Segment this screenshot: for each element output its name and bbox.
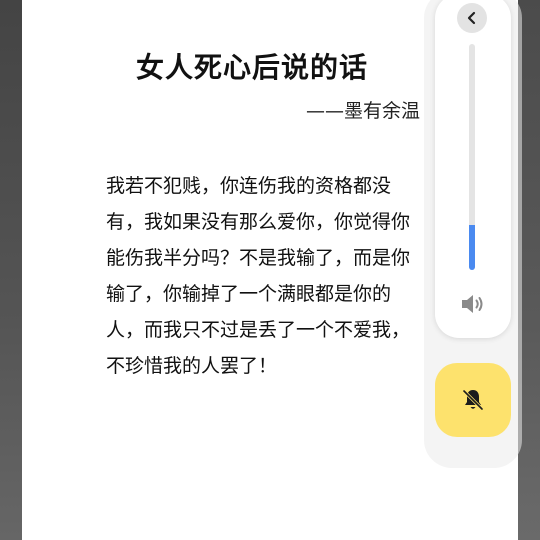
chevron-left-icon (467, 11, 476, 25)
body-line: 不珍惜我的人罢了！ (106, 355, 278, 377)
speaker-icon[interactable] (459, 291, 487, 317)
volume-slider-fill (469, 225, 475, 270)
article-author: ——墨有余温 (306, 100, 421, 122)
volume-slider[interactable] (469, 44, 475, 270)
body-line: 人，而我只不过是丢了一个不爱我， (106, 319, 411, 341)
body-line: 能伤我半分吗？不是我输了，而是你 (106, 247, 411, 269)
bell-off-icon (462, 389, 484, 411)
body-line: 输了，你输掉了一个满眼都是你的 (106, 283, 392, 305)
article-body: 我若不犯贱，你连伤我的资格都没 有，我如果没有那么爱你，你觉得你 能伤我半分吗？… (106, 168, 434, 384)
body-line: 有，我如果没有那么爱你，你觉得你 (106, 211, 411, 233)
article-title: 女人死心后说的话 (135, 51, 368, 84)
collapse-volume-button[interactable] (457, 3, 487, 33)
background-left (0, 0, 22, 540)
screen: 女人死心后说的话 ——墨有余温 我若不犯贱，你连伤我的资格都没 有，我如果没有那… (0, 0, 540, 540)
body-line: 我若不犯贱，你连伤我的资格都没 (106, 175, 392, 197)
mute-notifications-button[interactable] (435, 363, 511, 437)
